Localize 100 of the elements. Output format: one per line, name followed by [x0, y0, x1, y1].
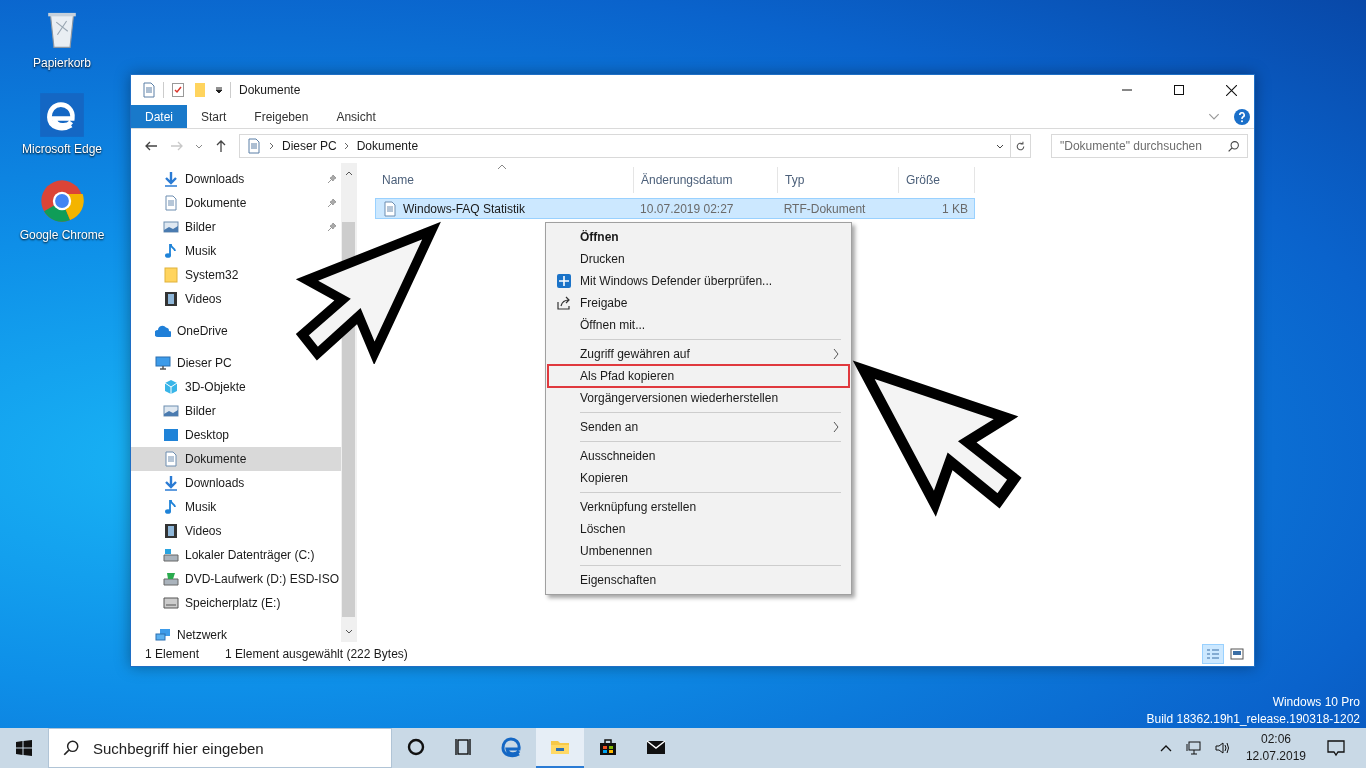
nav-item[interactable]: Bilder: [131, 215, 341, 239]
status-selection: 1 Element ausgewählt (222 Bytes): [225, 647, 408, 661]
drive-icon: [163, 547, 179, 563]
close-icon: [1225, 84, 1237, 96]
cube-icon: [163, 379, 179, 395]
menu-item[interactable]: Verknüpfung erstellen: [548, 496, 849, 518]
search-icon[interactable]: [1227, 140, 1240, 153]
nav-item[interactable]: Lokaler Datenträger (C:): [131, 543, 341, 567]
folder-icon: [163, 267, 179, 283]
nav-item[interactable]: Netzwerk: [131, 623, 227, 647]
document-icon[interactable]: [141, 82, 157, 98]
menu-item[interactable]: Umbenennen: [548, 540, 849, 562]
pin-icon[interactable]: [327, 222, 337, 232]
nav-item[interactable]: 3D-Objekte: [131, 375, 341, 399]
file-date: 10.07.2019 02:27: [639, 201, 735, 216]
menu-item[interactable]: Öffnen: [548, 226, 849, 248]
nav-item[interactable]: Musik: [131, 495, 341, 519]
maximize-icon: [1174, 85, 1184, 95]
clock-date[interactable]: 12.07.2019: [1245, 748, 1306, 765]
document-icon: [382, 200, 398, 217]
taskbar-search-field[interactable]: Suchbegriff hier eingeben: [48, 728, 392, 768]
nav-item[interactable]: Desktop: [131, 423, 341, 447]
film-icon: [163, 291, 179, 307]
breadcrumb[interactable]: Dokumente: [356, 139, 419, 153]
refresh-button[interactable]: [1011, 134, 1031, 158]
breadcrumb[interactable]: Dieser PC: [282, 139, 337, 153]
help-icon[interactable]: [1234, 108, 1250, 125]
nav-item[interactable]: System32: [131, 263, 239, 287]
menu-item[interactable]: Zugriff gewähren auf: [548, 343, 849, 365]
film-icon: [163, 523, 179, 539]
ribbon-tab[interactable]: Freigeben: [240, 105, 323, 128]
nav-item[interactable]: Dokumente: [131, 191, 341, 215]
network-icon[interactable]: [1185, 740, 1202, 756]
document-icon: [246, 138, 262, 154]
pin-icon[interactable]: [327, 174, 337, 184]
os-version-text: Windows 10 Pro: [1272, 694, 1360, 711]
windows-logo-icon: [16, 740, 32, 756]
pin-icon[interactable]: [327, 198, 337, 208]
file-row[interactable]: Windows-FAQ Statistik 10.07.2019 02:27 RTF-Dokument 1 KB: [375, 198, 975, 219]
nav-item[interactable]: Musik: [131, 239, 217, 263]
file-type: RTF-Dokument: [782, 201, 867, 216]
picture-icon: [163, 403, 179, 419]
folder-button[interactable]: [536, 728, 584, 768]
column-header[interactable]: Name: [375, 167, 634, 193]
nav-item[interactable]: Dokumente: [131, 447, 341, 471]
search-field[interactable]: "Dokumente" durchsuchen: [1051, 134, 1248, 158]
picture-icon: [163, 219, 179, 235]
disc-drive-icon: [163, 571, 179, 587]
share-icon: [556, 295, 572, 311]
chevron-down-icon[interactable]: [996, 143, 1004, 149]
menu-item[interactable]: Ausschneiden: [548, 445, 849, 467]
menu-item[interactable]: Als Pfad kopieren: [548, 365, 849, 387]
column-header[interactable]: Größe: [899, 167, 975, 193]
nav-item[interactable]: Downloads: [131, 167, 341, 191]
tiles-icon: [1230, 648, 1244, 660]
menu-item[interactable]: Vorgängerversionen wiederherstellen: [548, 387, 849, 409]
shield-icon: [556, 273, 572, 289]
chevron-right-icon[interactable]: [343, 142, 350, 150]
nav-item[interactable]: Videos: [131, 519, 341, 543]
file-size: 1 KB: [941, 201, 969, 216]
window-title: Dokumente: [239, 83, 301, 97]
menu-item[interactable]: Senden an: [548, 416, 849, 438]
nav-item[interactable]: Dieser PC: [131, 351, 232, 375]
menu-item[interactable]: Freigabe: [548, 292, 849, 314]
nav-item[interactable]: DVD-Laufwerk (D:) ESD-ISO: [131, 567, 341, 591]
browser-icon[interactable]: [39, 92, 85, 138]
dropdown-icon[interactable]: [214, 85, 224, 95]
nav-item[interactable]: Downloads: [131, 471, 341, 495]
scroll-down-icon[interactable]: [344, 629, 353, 634]
chevron-right-icon[interactable]: [269, 142, 275, 150]
minimize-icon: [1122, 89, 1132, 91]
document-icon: [163, 451, 179, 467]
desktop-icon-label: Microsoft Edge: [21, 142, 102, 156]
nav-item[interactable]: OneDrive: [131, 319, 228, 343]
menu-item[interactable]: Löschen: [548, 518, 849, 540]
list-icon: [1206, 648, 1220, 660]
menu-item[interactable]: Mit Windows Defender überprüfen...: [548, 270, 849, 292]
menu-item[interactable]: Drucken: [548, 248, 849, 270]
desktop-icon-label: Google Chrome: [19, 228, 105, 242]
clock-time[interactable]: 02:06: [1260, 731, 1291, 748]
column-header[interactable]: Typ: [778, 167, 899, 193]
nav-item[interactable]: Bilder: [131, 399, 341, 423]
file-name: Windows-FAQ Statistik: [403, 201, 526, 216]
nav-item[interactable]: Videos: [131, 287, 222, 311]
desktop-icon: [163, 427, 179, 443]
browser-icon[interactable]: [39, 178, 85, 224]
menu-item[interactable]: Eigenschaften: [548, 569, 849, 591]
ribbon-tab[interactable]: Start: [187, 105, 241, 128]
nav-item[interactable]: Speicherplatz (E:): [131, 591, 341, 615]
ribbon-tab[interactable]: Datei: [131, 105, 187, 128]
column-header[interactable]: Änderungsdatum: [634, 167, 778, 193]
desktop-icon-label: Papierkorb: [33, 56, 91, 70]
ribbon-tab[interactable]: Ansicht: [322, 105, 390, 128]
checklist-icon[interactable]: [170, 82, 186, 98]
menu-item[interactable]: Öffnen mit...: [548, 314, 849, 336]
address-bar[interactable]: Dieser PC Dokumente: [239, 134, 1011, 158]
menu-item[interactable]: Kopieren: [548, 467, 849, 489]
speaker-icon[interactable]: [1213, 740, 1230, 756]
scroll-up-icon[interactable]: [344, 171, 353, 176]
notification-icon[interactable]: [1326, 738, 1346, 758]
